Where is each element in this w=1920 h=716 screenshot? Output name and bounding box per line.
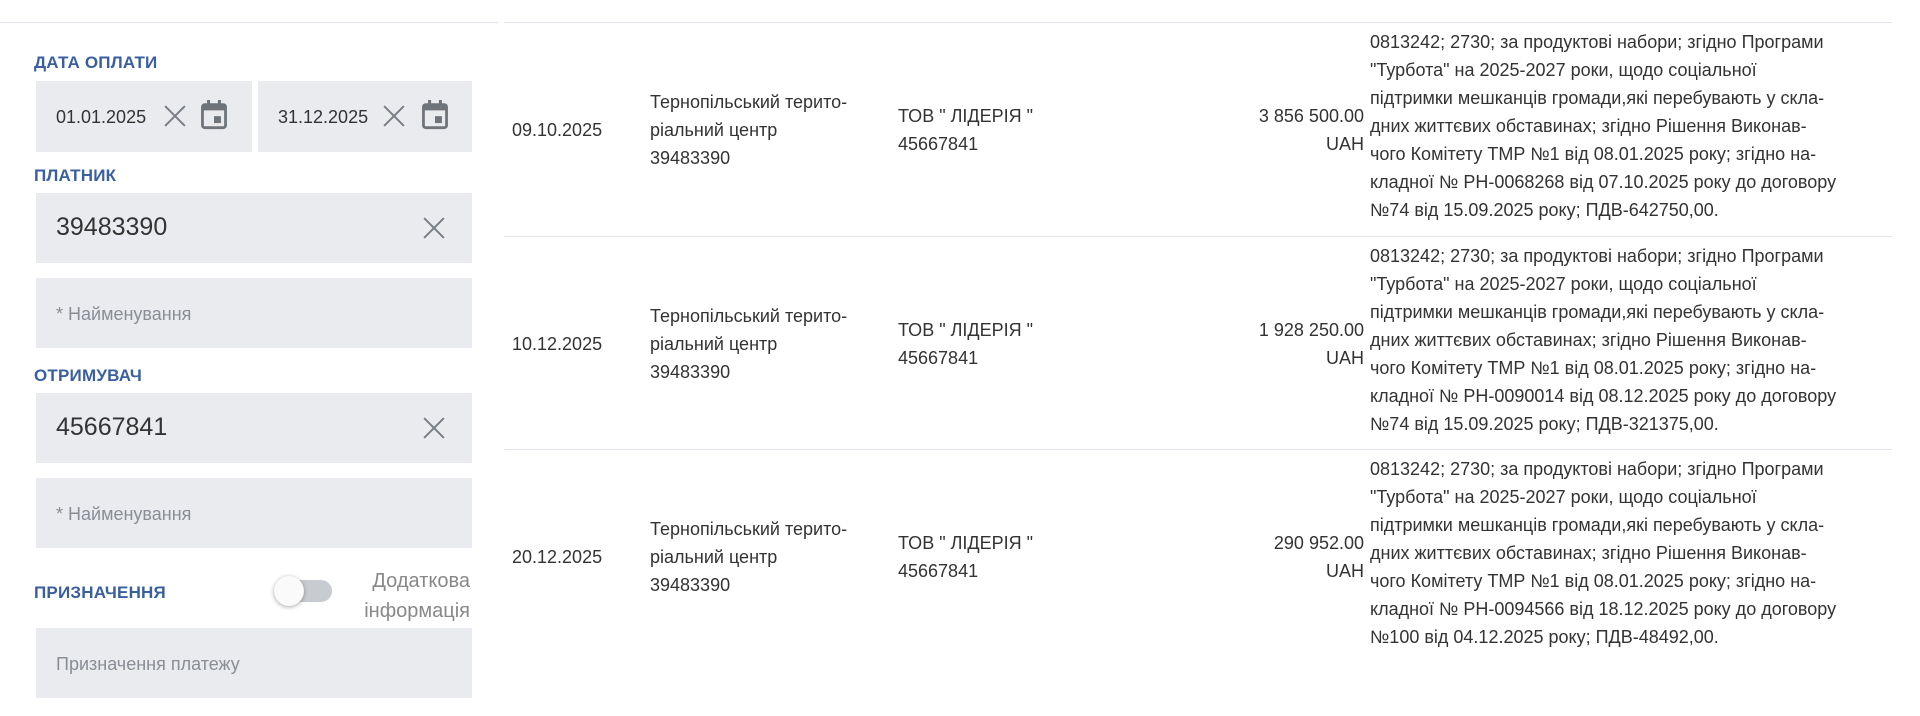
recipient-code: 45667841 [898, 134, 979, 154]
purpose-line: №100 від 04.12.2025 року; ПДВ-48492,00. [1370, 627, 1719, 647]
purpose-line: дних життєвих обставинах; згідно Рішення… [1370, 543, 1807, 563]
row-purpose: 0813242; 2730; за продуктові набори; згі… [1370, 242, 1890, 438]
purpose-line: 0813242; 2730; за продуктові набори; згі… [1370, 459, 1824, 479]
payer-code: 39483390 [650, 148, 731, 168]
calendar-icon[interactable] [421, 100, 449, 130]
table-row[interactable]: 09.10.2025 Тернопільський терито- ріальн… [504, 28, 1894, 232]
amount-currency: UAH [1325, 348, 1364, 368]
purpose-line: чого Комітету ТМР №1 від 08.01.2025 року… [1370, 144, 1817, 164]
purpose-field[interactable]: Призначення платежу [36, 628, 472, 698]
row-date: 20.12.2025 [512, 547, 603, 567]
purpose-line: підтримки мешканців громади,які перебува… [1370, 88, 1825, 108]
row-date: 09.10.2025 [512, 120, 603, 140]
payer-name: ріальний центр [650, 547, 778, 567]
purpose-line: 0813242; 2730; за продуктові набори; згі… [1370, 246, 1824, 266]
clear-date-from-icon[interactable] [161, 102, 189, 130]
table-row[interactable]: 20.12.2025 Тернопільський терито- ріальн… [504, 455, 1894, 659]
recipient-name-field[interactable]: * Найменування [36, 478, 472, 548]
purpose-line: кладної № РН-0068268 від 07.10.2025 року… [1370, 172, 1837, 192]
purpose-label: ПРИЗНАЧЕННЯ [34, 583, 166, 602]
purpose-line: кладної № РН-0090014 від 08.12.2025 року… [1370, 386, 1837, 406]
recipient-name-placeholder: * Найменування [56, 504, 192, 524]
payment-date-label: ДАТА ОПЛАТИ [34, 53, 158, 72]
row-recipient: ТОВ " ЛІДЕРІЯ " 45667841 [898, 316, 1068, 372]
row-amount: 3 856 500.00 UAH [1094, 102, 1364, 158]
toggle-knob [274, 576, 304, 606]
recipient-code: 45667841 [898, 561, 979, 581]
date-to-value: 31.12.2025 [278, 107, 369, 127]
row-purpose: 0813242; 2730; за продуктові набори; згі… [1370, 28, 1890, 224]
calendar-icon[interactable] [200, 100, 228, 130]
payer-name-field[interactable]: * Найменування [36, 278, 472, 348]
payer-code-field[interactable]: 39483390 [36, 193, 472, 263]
additional-info-label: Додаткова інформація [340, 566, 470, 626]
row-divider [504, 449, 1892, 450]
recipient-name: ТОВ " ЛІДЕРІЯ " [898, 533, 1033, 553]
recipient-code-value: 45667841 [56, 413, 168, 441]
row-payer: Тернопільський терито- ріальний центр 39… [650, 88, 880, 172]
date-to-field[interactable]: 31.12.2025 [258, 81, 472, 152]
payer-name-placeholder: * Найменування [56, 304, 192, 324]
clear-payer-icon[interactable] [420, 214, 448, 242]
toggle-label-line-2: інформація [364, 600, 470, 622]
payer-name: Тернопільський терито- [650, 519, 848, 539]
recipient-code: 45667841 [898, 348, 979, 368]
purpose-line: підтримки мешканців громади,які перебува… [1370, 515, 1825, 535]
payer-name: ріальний центр [650, 120, 778, 140]
date-from-field[interactable]: 01.01.2025 [36, 81, 252, 152]
filter-panel: ДАТА ОПЛАТИ 01.01.2025 31.12.2025 ПЛАТНИ… [0, 0, 498, 716]
purpose-line: підтримки мешканців громади,які перебува… [1370, 302, 1825, 322]
payer-name: Тернопільський терито- [650, 306, 848, 326]
row-purpose: 0813242; 2730; за продуктові набори; згі… [1370, 455, 1890, 651]
toggle-label-line-1: Додаткова [372, 570, 470, 592]
purpose-line: №74 від 15.09.2025 року; ПДВ-642750,00. [1370, 200, 1719, 220]
payer-code: 39483390 [650, 575, 731, 595]
purpose-placeholder: Призначення платежу [56, 654, 240, 674]
payer-name: ріальний центр [650, 334, 778, 354]
purpose-line: "Турбота" на 2025-2027 роки, щодо соціал… [1370, 60, 1757, 80]
purpose-line: кладної № РН-0094566 від 18.12.2025 року… [1370, 599, 1837, 619]
purpose-line: чого Комітету ТМР №1 від 08.01.2025 року… [1370, 358, 1817, 378]
purpose-line: чого Комітету ТМР №1 від 08.01.2025 року… [1370, 571, 1817, 591]
payer-code: 39483390 [650, 362, 731, 382]
row-amount: 290 952.00 UAH [1094, 529, 1364, 585]
purpose-line: "Турбота" на 2025-2027 роки, щодо соціал… [1370, 274, 1757, 294]
date-from-value: 01.01.2025 [56, 107, 147, 127]
purpose-line: "Турбота" на 2025-2027 роки, щодо соціал… [1370, 487, 1757, 507]
amount-currency: UAH [1325, 561, 1364, 581]
payer-name: Тернопільський терито- [650, 92, 848, 112]
row-date: 10.12.2025 [512, 334, 603, 354]
purpose-line: №74 від 15.09.2025 року; ПДВ-321375,00. [1370, 414, 1719, 434]
purpose-line: 0813242; 2730; за продуктові набори; згі… [1370, 32, 1824, 52]
amount-value: 1 928 250.00 [1258, 320, 1364, 340]
row-amount: 1 928 250.00 UAH [1094, 316, 1364, 372]
divider [0, 22, 498, 23]
row-recipient: ТОВ " ЛІДЕРІЯ " 45667841 [898, 529, 1068, 585]
amount-currency: UAH [1325, 134, 1364, 154]
row-recipient: ТОВ " ЛІДЕРІЯ " 45667841 [898, 102, 1068, 158]
amount-value: 290 952.00 [1273, 533, 1364, 553]
clear-recipient-icon[interactable] [420, 414, 448, 442]
row-payer: Тернопільський терито- ріальний центр 39… [650, 302, 880, 386]
row-payer: Тернопільський терито- ріальний центр 39… [650, 515, 880, 599]
amount-value: 3 856 500.00 [1258, 106, 1364, 126]
payer-code-value: 39483390 [56, 213, 168, 241]
payer-label: ПЛАТНИК [34, 166, 117, 185]
table-row[interactable]: 10.12.2025 Тернопільський терито- ріальн… [504, 242, 1894, 446]
row-divider [504, 236, 1892, 237]
recipient-label: ОТРИМУВАЧ [34, 366, 143, 385]
purpose-line: дних життєвих обставинах; згідно Рішення… [1370, 330, 1807, 350]
additional-info-toggle[interactable] [274, 576, 332, 606]
purpose-line: дних життєвих обставинах; згідно Рішення… [1370, 116, 1807, 136]
row-divider [504, 22, 1892, 23]
recipient-name: ТОВ " ЛІДЕРІЯ " [898, 320, 1033, 340]
payments-table: 09.10.2025 Тернопільський терито- ріальн… [504, 0, 1894, 716]
recipient-name: ТОВ " ЛІДЕРІЯ " [898, 106, 1033, 126]
recipient-code-field[interactable]: 45667841 [36, 393, 472, 463]
clear-date-to-icon[interactable] [380, 102, 408, 130]
